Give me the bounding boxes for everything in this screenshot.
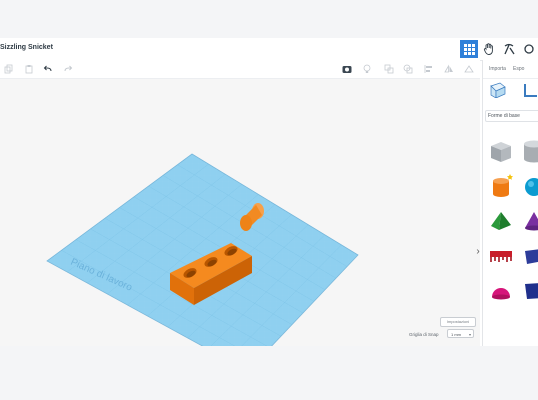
grid-view-button[interactable] — [460, 40, 478, 58]
pickaxe-icon — [504, 43, 515, 55]
cone-shape-icon[interactable] — [521, 208, 538, 234]
copy-icon[interactable] — [4, 64, 14, 74]
redo-icon[interactable] — [63, 64, 73, 74]
workplane-grid[interactable] — [46, 153, 359, 346]
grid-view-icon — [463, 43, 475, 55]
ungroup-icon[interactable] — [403, 64, 413, 74]
shape-category-label: Forme di base — [488, 113, 520, 119]
light-bulb-icon[interactable] — [362, 64, 372, 74]
sphere-shape-icon[interactable] — [521, 173, 538, 199]
pickaxe-button[interactable] — [500, 40, 518, 58]
cylinder-orange-shape-icon[interactable] — [488, 173, 514, 199]
text-shape-icon[interactable] — [488, 243, 514, 269]
undo-icon[interactable] — [43, 64, 53, 74]
tab-import[interactable]: Importa — [489, 66, 506, 72]
snap-grid-select[interactable]: 1 mm ▾ — [447, 329, 474, 338]
wedge-shape-icon[interactable] — [521, 278, 538, 304]
workplane-scene[interactable]: Piano di lavoro — [0, 79, 480, 346]
workplane-grid-icon[interactable] — [490, 82, 506, 103]
flip-icon[interactable] — [464, 64, 474, 74]
chevron-down-icon: ▾ — [468, 332, 471, 337]
group-icon[interactable] — [384, 64, 394, 74]
align-icon[interactable] — [424, 64, 434, 74]
panel-view-icons — [483, 82, 538, 108]
snap-grid-value: 1 mm — [451, 332, 461, 337]
ruler-icon[interactable] — [523, 82, 538, 103]
box-shape-icon[interactable] — [488, 138, 514, 164]
tab-export[interactable]: Espo — [513, 66, 524, 72]
title-bar: Sizzling Snicket — [0, 38, 538, 61]
user-button[interactable] — [520, 40, 538, 58]
roof-shape-icon[interactable] — [521, 243, 538, 269]
edit-toolbar — [0, 60, 480, 79]
app-window: Sizzling Snicket Piano di lavoro › Impos… — [0, 38, 538, 346]
half-sphere-shape-icon[interactable] — [488, 278, 514, 304]
panel-collapse-chevron-icon[interactable]: › — [474, 245, 482, 259]
view-switcher — [460, 40, 538, 58]
hand-tool-button[interactable] — [480, 40, 498, 58]
design-title[interactable]: Sizzling Snicket — [0, 44, 53, 51]
pyramid-shape-icon[interactable] — [488, 208, 514, 234]
user-icon — [524, 44, 534, 54]
mirror-icon[interactable] — [444, 64, 454, 74]
shapes-panel: Importa Espo Forme di base — [482, 60, 538, 346]
camera-icon[interactable] — [342, 64, 352, 74]
3d-viewport[interactable]: Piano di lavoro › Impostazioni Griglia d… — [0, 79, 480, 346]
cylinder-gray-shape-icon[interactable] — [521, 138, 538, 164]
panel-tabs: Importa Espo — [483, 60, 538, 79]
paste-icon[interactable] — [24, 64, 34, 74]
settings-button[interactable]: Impostazioni — [440, 317, 476, 327]
hand-tool-icon — [483, 43, 493, 55]
snap-grid-label: Griglia di Snap — [409, 332, 439, 337]
